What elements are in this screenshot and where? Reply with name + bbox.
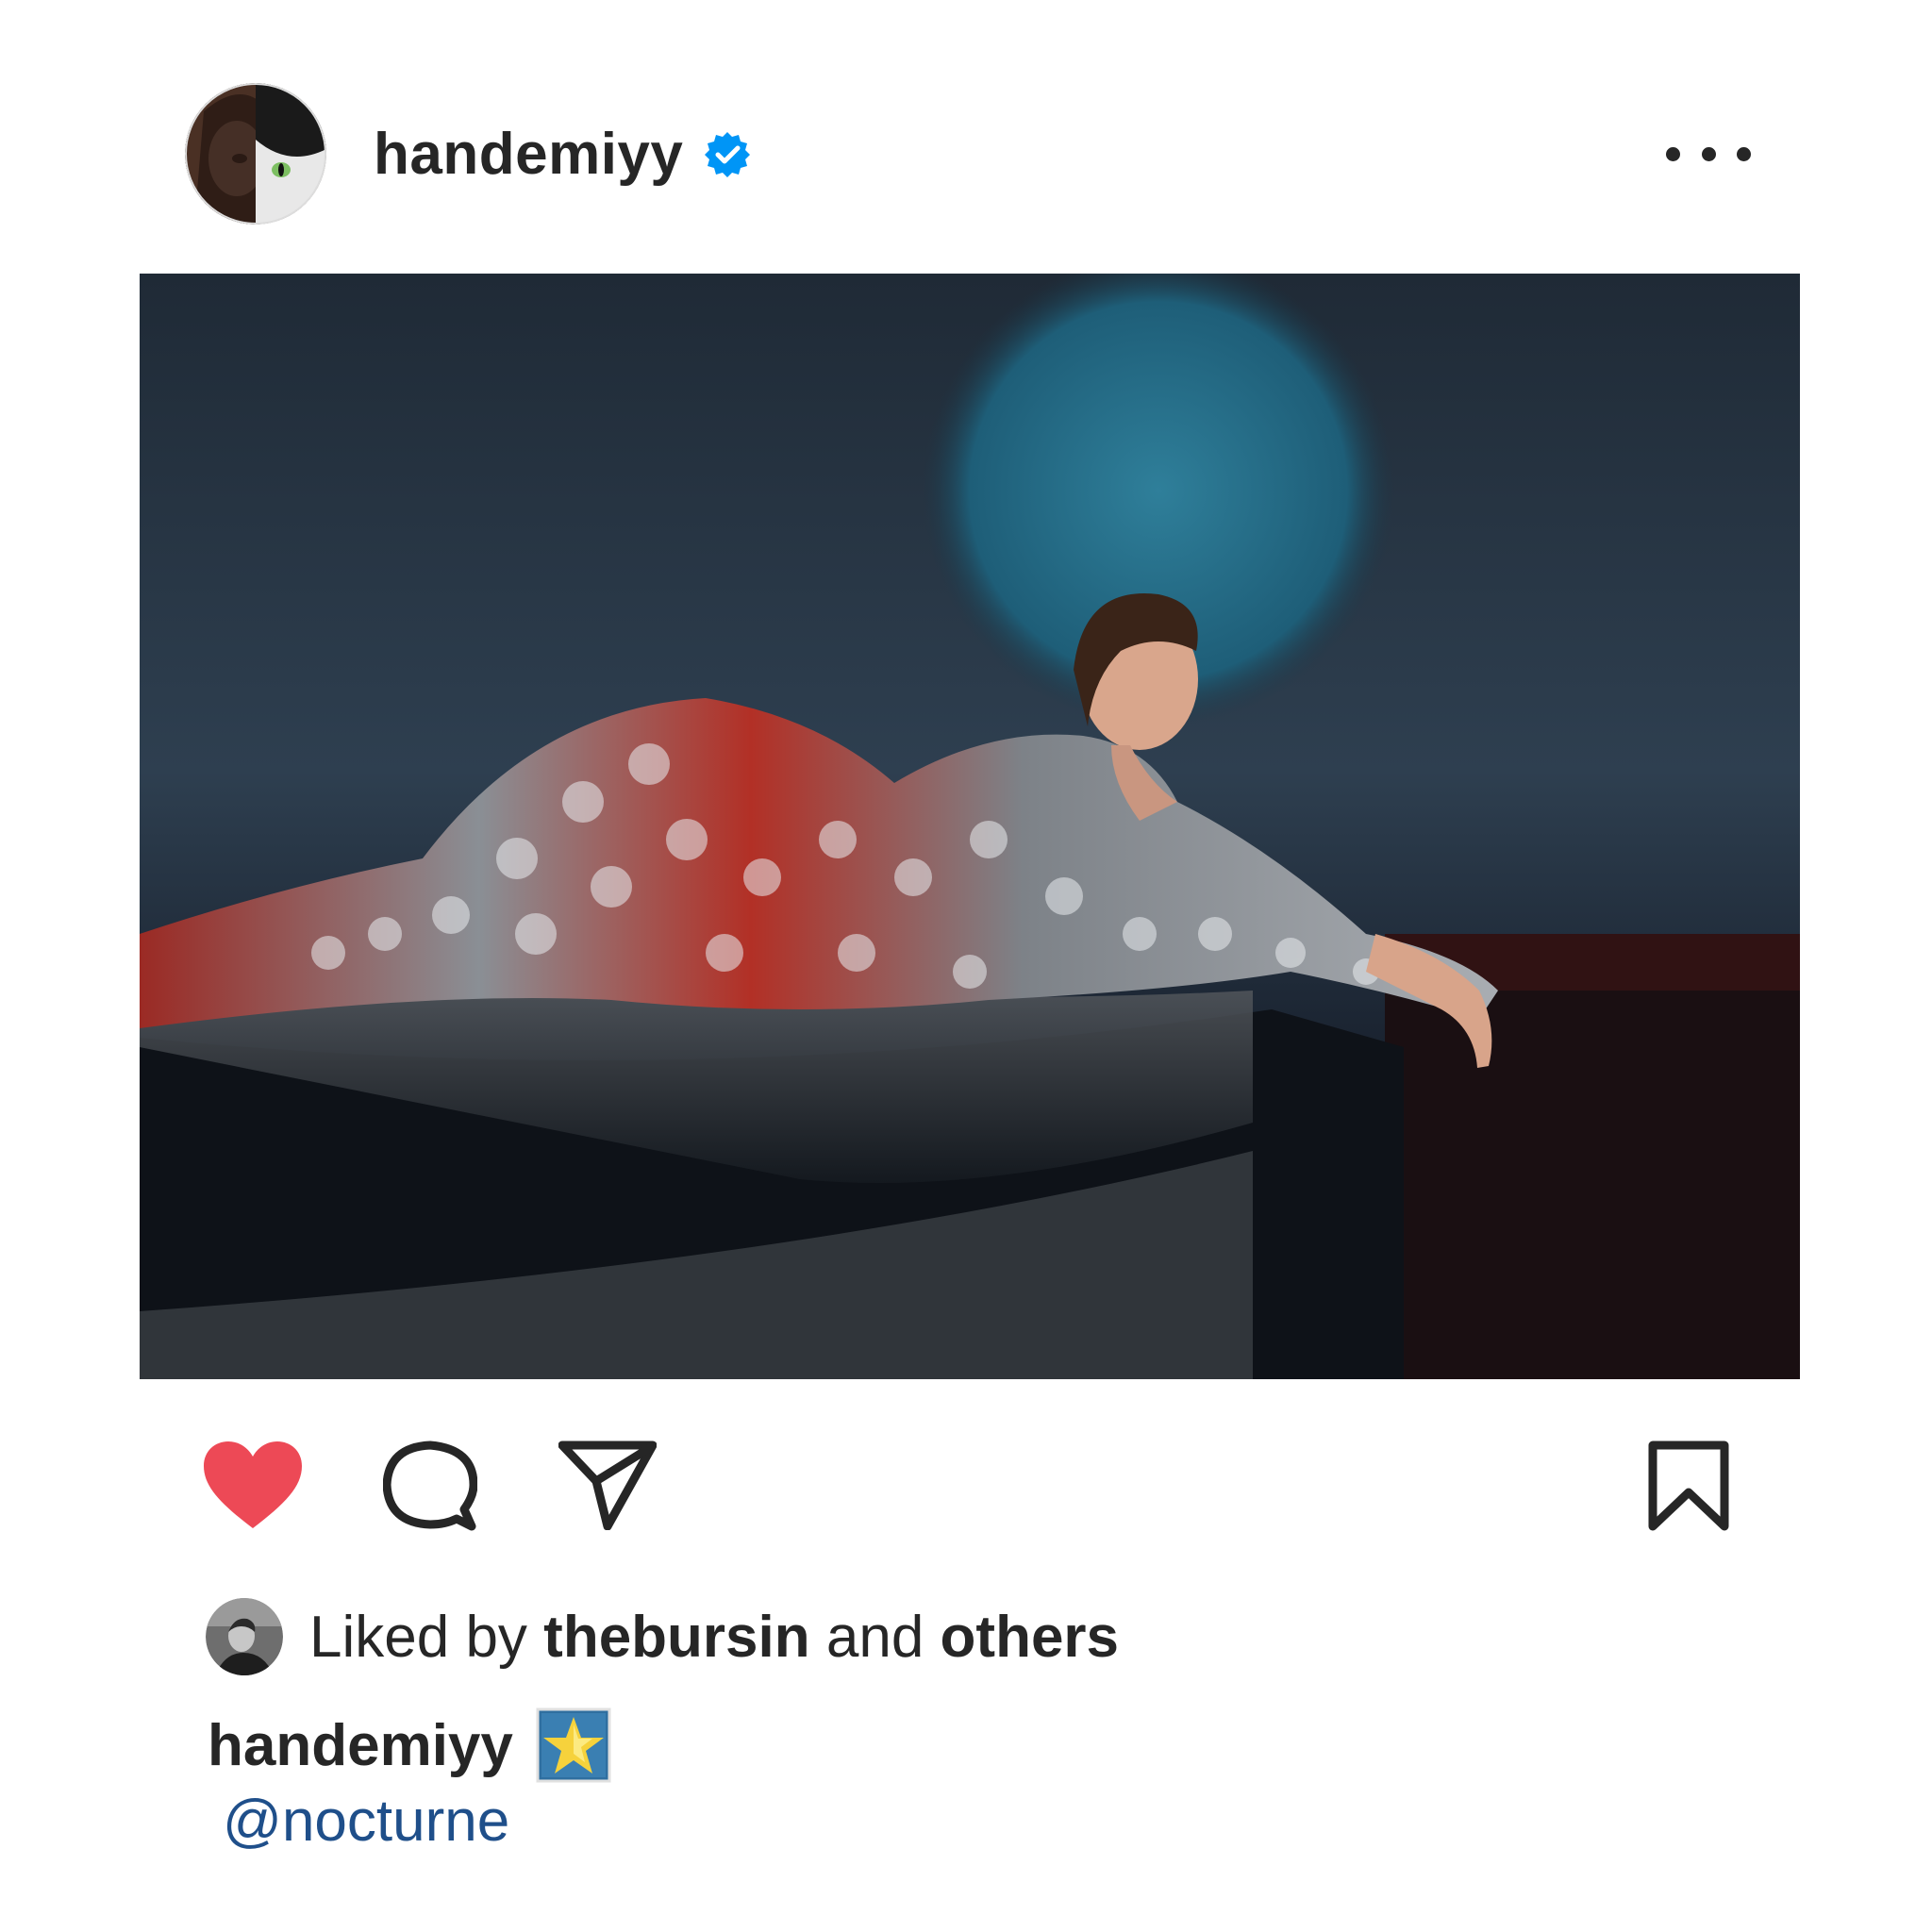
save-button[interactable] xyxy=(1647,1440,1730,1532)
liked-by-row: Liked by thebursin and others xyxy=(206,1594,1119,1679)
post-photo-artwork xyxy=(140,274,1800,1379)
liked-by-conjunction: and xyxy=(825,1604,924,1670)
share-button[interactable] xyxy=(558,1440,657,1530)
liker-avatar-image xyxy=(206,1598,283,1675)
glowing-star-emoji-icon xyxy=(536,1707,611,1783)
more-dot xyxy=(1701,146,1716,161)
action-bar xyxy=(202,1440,1730,1534)
liked-by-prefix: Liked by xyxy=(309,1604,527,1670)
caption-username[interactable]: handemiyy xyxy=(208,1712,513,1779)
liked-by-user[interactable]: thebursin xyxy=(543,1604,809,1671)
post-username[interactable]: handemiyy xyxy=(374,121,683,188)
avatar-image xyxy=(185,83,326,225)
liked-by-others[interactable]: others xyxy=(941,1604,1119,1671)
more-options-button[interactable] xyxy=(1666,135,1751,173)
caption-mention-link[interactable]: @nocturne xyxy=(223,1788,509,1855)
liker-avatar[interactable] xyxy=(206,1598,283,1675)
caption-row: handemiyy xyxy=(208,1707,611,1783)
more-horizontal-icon xyxy=(1666,146,1680,161)
heart-filled-icon xyxy=(204,1441,302,1528)
post-image[interactable] xyxy=(140,274,1800,1379)
comment-button[interactable] xyxy=(383,1440,477,1532)
comment-icon xyxy=(383,1441,477,1531)
like-button[interactable] xyxy=(202,1440,304,1530)
post-header: handemiyy xyxy=(185,83,1751,225)
profile-avatar[interactable] xyxy=(185,83,326,225)
more-dot xyxy=(1737,146,1751,161)
paper-plane-icon xyxy=(558,1441,657,1530)
bookmark-icon xyxy=(1648,1441,1729,1531)
verified-badge-icon xyxy=(704,130,751,177)
